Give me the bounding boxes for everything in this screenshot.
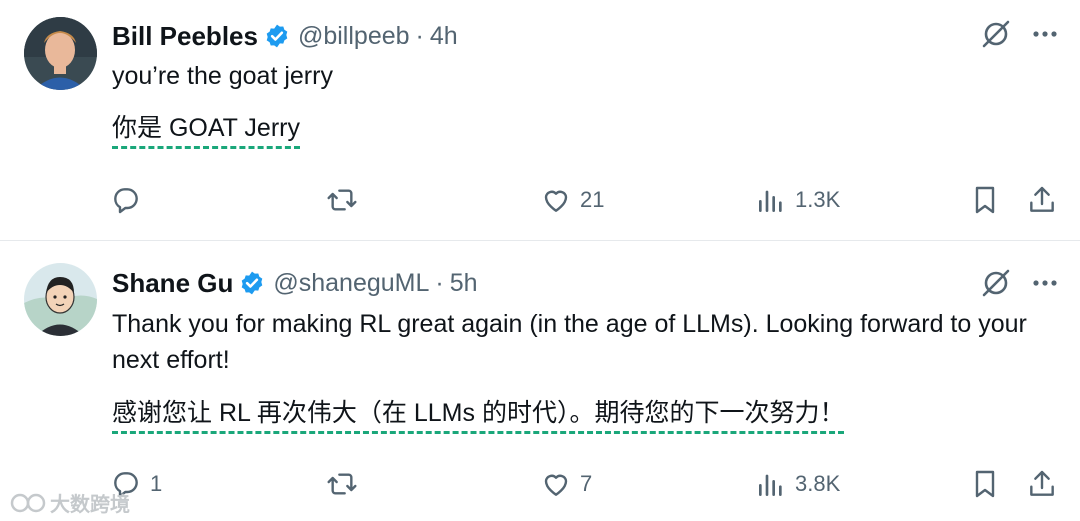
views-icon: [759, 474, 782, 496]
verified-icon: [242, 271, 263, 295]
tweet-text: Thank you for making RL great again (in …: [112, 310, 1027, 374]
retweet-button[interactable]: [326, 464, 366, 504]
tweet-text: you’re the goat jerry: [112, 62, 333, 90]
timestamp[interactable]: 5h: [450, 269, 478, 298]
author-handle[interactable]: @shaneguML: [273, 269, 429, 298]
grok-icon[interactable]: [980, 18, 1012, 50]
watermark-logo-icon: [10, 493, 46, 512]
views-button[interactable]: 3.8K: [755, 464, 840, 504]
bookmark-icon: [975, 470, 995, 498]
grok-icon[interactable]: [980, 267, 1012, 299]
like-button[interactable]: 21: [540, 180, 604, 220]
watermark: 大数跨境: [10, 488, 130, 517]
watermark-text: 大数跨境: [50, 494, 130, 516]
like-button[interactable]: 7: [540, 464, 592, 504]
reply-count: 1: [150, 471, 163, 496]
bookmark-icon: [975, 186, 995, 214]
share-icon: [1030, 186, 1054, 212]
more-icon[interactable]: [1030, 268, 1060, 298]
author-handle[interactable]: @billpeeb: [298, 22, 410, 51]
retweet-icon: [327, 189, 357, 211]
share-icon: [1030, 470, 1054, 496]
reply-icon: [114, 188, 138, 214]
tweet-actions: 21 1.3K: [0, 180, 1080, 220]
like-count: 21: [580, 187, 605, 212]
like-icon: [544, 474, 568, 496]
separator: ·: [435, 268, 444, 297]
tweet[interactable]: Shane Gu @shaneguML · 5h Thank you for m…: [0, 241, 1080, 521]
bookmark-button[interactable]: [969, 464, 1001, 504]
retweet-button[interactable]: [326, 180, 366, 220]
author-name[interactable]: Shane Gu: [112, 268, 233, 299]
more-icon[interactable]: [1030, 19, 1060, 49]
avatar[interactable]: [24, 263, 97, 336]
share-button[interactable]: [1026, 464, 1058, 504]
author-name[interactable]: Bill Peebles: [112, 21, 258, 52]
separator: ·: [415, 21, 424, 50]
share-button[interactable]: [1026, 180, 1058, 220]
verified-icon: [266, 24, 288, 48]
tweet-top-actions: [980, 18, 1060, 50]
views-icon: [759, 190, 782, 212]
bookmark-button[interactable]: [969, 180, 1001, 220]
tweet-header: Shane Gu @shaneguML · 5h: [112, 263, 478, 303]
view-count: 3.8K: [795, 471, 841, 496]
avatar[interactable]: [24, 17, 97, 90]
timestamp[interactable]: 4h: [430, 22, 458, 51]
like-count: 7: [580, 471, 593, 496]
view-count: 1.3K: [795, 187, 841, 212]
tweet[interactable]: Bill Peebles @billpeeb · 4h you’re the g…: [0, 0, 1080, 240]
tweet-top-actions: [980, 267, 1060, 299]
like-icon: [544, 190, 568, 212]
views-button[interactable]: 1.3K: [755, 180, 840, 220]
tweet-actions: 1 7 3.8K: [0, 464, 1080, 504]
retweet-icon: [327, 473, 357, 495]
reply-button[interactable]: [110, 180, 150, 220]
translated-text[interactable]: 你是 GOAT Jerry: [112, 112, 300, 149]
tweet-header: Bill Peebles @billpeeb · 4h: [112, 16, 458, 56]
translated-text[interactable]: 感谢您让 RL 再次伟大（在 LLMs 的时代）。期待您的下一次努力！: [112, 397, 845, 434]
